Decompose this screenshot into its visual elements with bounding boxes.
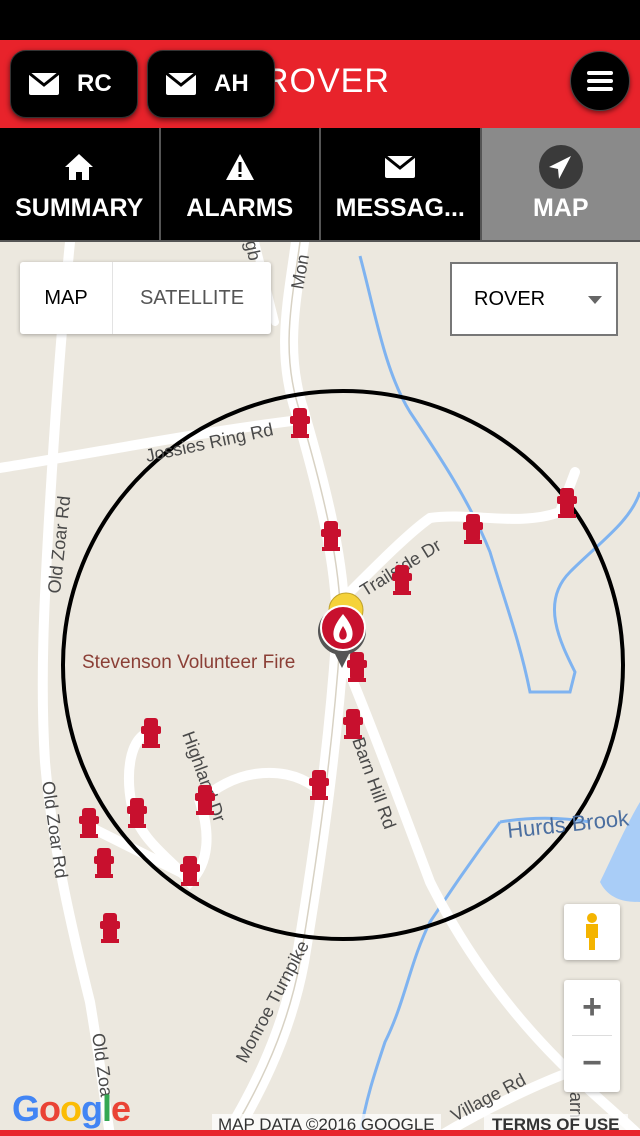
fire-hydrant-icon[interactable] — [94, 848, 114, 878]
tab-alarms[interactable]: ALARMS — [160, 128, 321, 242]
tab-bar: SUMMARY ALARMS MESSAG... MAP — [0, 128, 640, 242]
fire-hydrant-icon[interactable] — [100, 913, 120, 943]
hamburger-menu-icon — [587, 71, 613, 75]
envelope-icon — [29, 73, 59, 95]
fire-hydrant-icon[interactable] — [127, 798, 147, 828]
tab-label: MAP — [532, 194, 589, 222]
water-label-hurds-brook: Hurds Brook — [506, 805, 631, 843]
unit-select-value: ROVER — [474, 288, 546, 310]
google-logo: Google — [12, 1088, 131, 1129]
map-canvas: Jossies Ring Rd Old Zoar Rd Old Zoar Rd … — [0, 242, 640, 1136]
message-chip-rc[interactable]: RC — [10, 50, 138, 118]
page-title: ROVER — [264, 62, 390, 100]
map-type-control: MAP SATELLITE — [20, 262, 271, 334]
home-icon — [65, 154, 94, 180]
envelope-icon — [385, 156, 416, 178]
tab-label: MESSAG... — [335, 194, 465, 222]
status-bar — [0, 0, 640, 40]
menu-button[interactable] — [570, 51, 630, 111]
map-type-satellite-button[interactable]: SATELLITE — [112, 262, 271, 334]
zoom-in-button[interactable]: + — [564, 980, 620, 1035]
pegman-icon — [586, 913, 598, 950]
zoom-out-button[interactable]: − — [564, 1036, 620, 1091]
tab-label: SUMMARY — [15, 194, 144, 222]
message-chip-ah[interactable]: AH — [147, 50, 275, 118]
navigation-arrow-icon — [538, 145, 583, 189]
station-label: Stevenson Volunteer Fire — [82, 652, 295, 673]
bottom-accent-bar — [0, 1130, 640, 1136]
chip-label: RC — [77, 70, 112, 97]
tab-messages[interactable]: MESSAG... — [321, 128, 482, 242]
street-view-button[interactable] — [564, 904, 620, 960]
map-type-map-button[interactable]: MAP — [20, 262, 112, 334]
chip-label: AH — [214, 70, 249, 97]
tab-summary[interactable]: SUMMARY — [0, 128, 161, 242]
fire-hydrant-icon[interactable] — [463, 514, 483, 544]
fire-hydrant-icon[interactable] — [392, 565, 412, 595]
app-header: ROVER RC AH — [0, 40, 640, 128]
street-label-old-zoar: Old Zoar Rd — [38, 780, 71, 880]
chevron-down-icon — [588, 296, 602, 304]
map-view[interactable]: Jossies Ring Rd Old Zoar Rd Old Zoar Rd … — [0, 242, 640, 1136]
warning-icon — [225, 154, 254, 180]
tab-map[interactable]: MAP — [481, 128, 640, 242]
envelope-icon — [166, 73, 196, 95]
zoom-control: + − — [564, 980, 620, 1092]
fire-hydrant-icon[interactable] — [141, 718, 161, 748]
unit-select[interactable]: ROVER — [450, 262, 618, 336]
fire-hydrant-icon[interactable] — [343, 709, 363, 739]
tab-label: ALARMS — [186, 194, 294, 222]
